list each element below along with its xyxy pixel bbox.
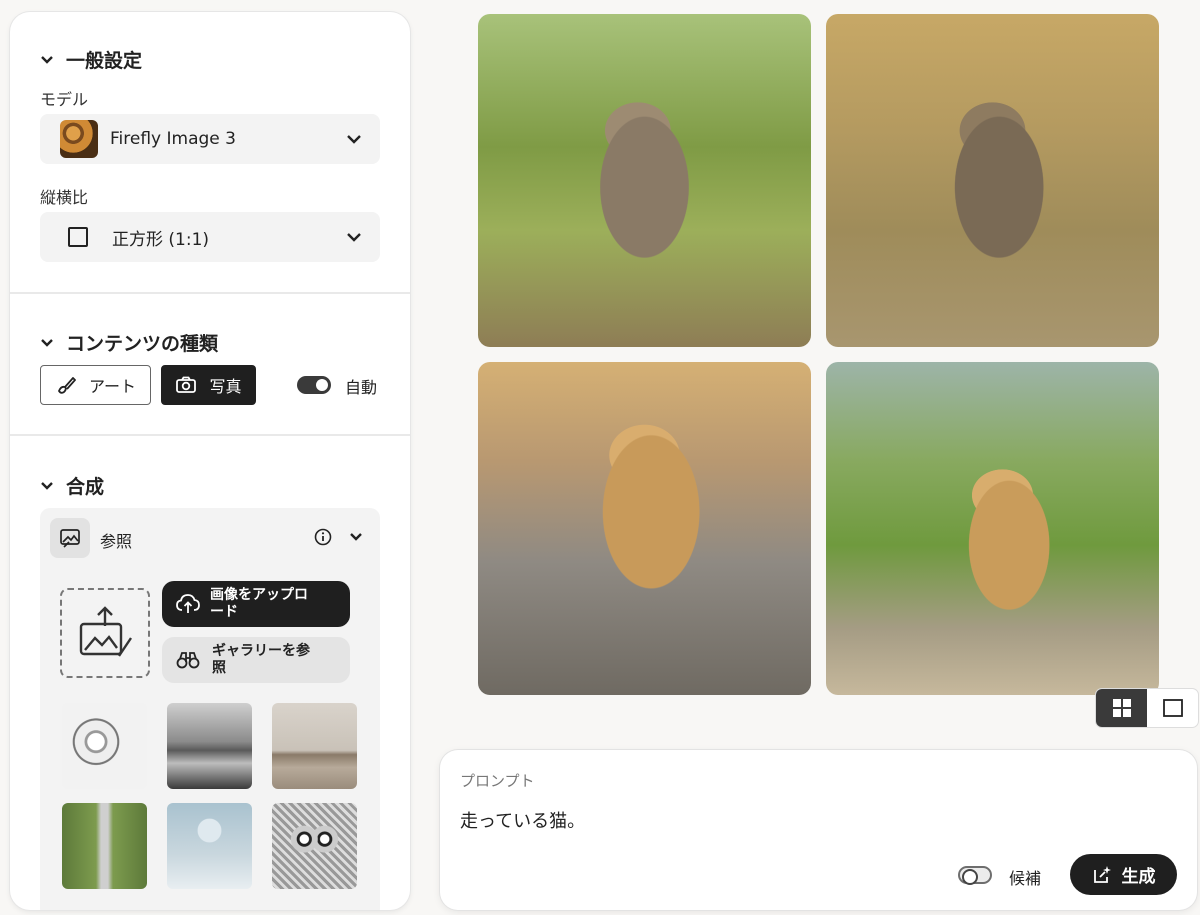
result-image-3[interactable]: [478, 362, 811, 695]
reference-thumbnail-living-room[interactable]: [272, 703, 357, 789]
prompt-input[interactable]: 走っている猫。: [460, 807, 585, 833]
art-button[interactable]: アート: [40, 365, 151, 405]
general-settings-title: 一般設定: [66, 50, 143, 72]
result-image-1[interactable]: [478, 14, 811, 347]
composition-title: 合成: [66, 476, 105, 498]
chevron-down-icon: [41, 55, 53, 64]
reference-thumbnail-mountains[interactable]: [167, 703, 252, 789]
generate-button[interactable]: 生成: [1070, 854, 1177, 895]
general-settings-header[interactable]: 一般設定: [40, 46, 142, 73]
image-drop-zone[interactable]: [60, 588, 150, 678]
aspect-ratio-select[interactable]: 正方形 (1:1): [40, 212, 380, 262]
reference-thumbnail-sphere[interactable]: [167, 803, 252, 889]
grid-view-button[interactable]: [1096, 689, 1147, 727]
aspect-ratio-value: 正方形 (1:1): [112, 229, 210, 250]
model-select[interactable]: Firefly Image 3: [40, 114, 380, 164]
photo-label: 写真: [209, 377, 242, 396]
image-upload-icon: [79, 606, 132, 657]
model-label: モデル: [40, 90, 89, 109]
chevron-down-icon[interactable]: [349, 530, 363, 544]
square-icon: [1162, 699, 1183, 717]
reference-label: 参照: [100, 532, 133, 551]
view-mode-toggle: [1096, 689, 1198, 727]
info-icon[interactable]: [314, 528, 332, 546]
divider: [10, 292, 410, 294]
binoculars-icon: [176, 652, 200, 669]
result-image-4[interactable]: [826, 362, 1159, 695]
suggestions-label: 候補: [1009, 869, 1042, 888]
grid-icon: [1112, 699, 1131, 717]
chevron-down-icon: [41, 481, 53, 490]
composition-header[interactable]: 合成: [40, 472, 104, 499]
model-value: Firefly Image 3: [110, 129, 236, 149]
photo-button[interactable]: 写真: [161, 365, 256, 405]
chevron-down-icon: [347, 135, 361, 144]
prompt-label: プロンプト: [460, 772, 535, 790]
camera-icon: [176, 376, 197, 393]
upload-image-button[interactable]: 画像をアップロード: [162, 581, 350, 627]
content-type-header[interactable]: コンテンツの種類: [40, 329, 218, 356]
suggestions-toggle[interactable]: [958, 866, 992, 885]
divider: [10, 434, 410, 436]
content-type-title: コンテンツの種類: [66, 333, 219, 355]
settings-panel: 一般設定 モデル Firefly Image 3 縦横比 正方形 (1:1) コ…: [10, 12, 410, 910]
brush-icon: [58, 377, 76, 394]
auto-label: 自動: [345, 378, 378, 397]
single-view-button[interactable]: [1147, 689, 1198, 727]
browse-gallery-label: ギャラリーを参照: [212, 643, 310, 676]
art-label: アート: [88, 377, 137, 396]
generate-label: 生成: [1121, 867, 1156, 887]
reference-image-icon: [50, 518, 90, 558]
aspect-ratio-label: 縦横比: [40, 188, 89, 207]
chevron-down-icon: [347, 233, 361, 242]
square-icon: [68, 227, 88, 247]
upload-image-label: 画像をアップロード: [210, 587, 308, 620]
model-thumbnail: [60, 120, 98, 158]
auto-toggle[interactable]: [297, 376, 331, 394]
generate-sparkle-icon: [1093, 865, 1111, 883]
reference-thumbnail-bird[interactable]: [62, 703, 147, 789]
reference-thumbnail-road[interactable]: [62, 803, 147, 889]
browse-gallery-button[interactable]: ギャラリーを参照: [162, 637, 350, 683]
reference-thumbnail-owl[interactable]: [272, 803, 357, 889]
chevron-down-icon: [41, 338, 53, 347]
result-image-2[interactable]: [826, 14, 1159, 347]
prompt-box: プロンプト 走っている猫。 候補 生成: [440, 750, 1197, 910]
cloud-upload-icon: [176, 594, 200, 613]
reference-card: 参照 画像をアップロード ギャラリーを参照: [40, 508, 380, 910]
